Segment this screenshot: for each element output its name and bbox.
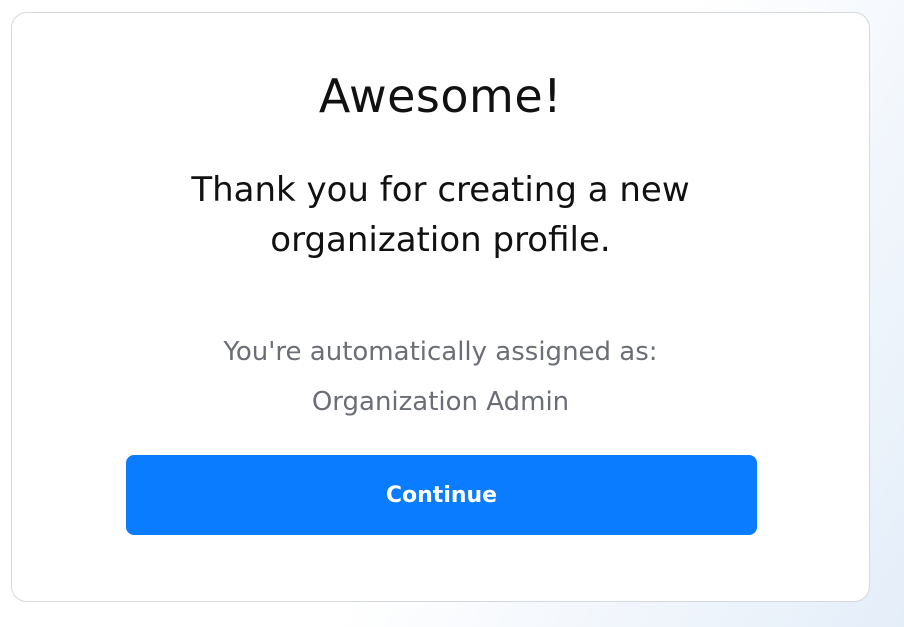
thank-you-message-line-1: Thank you for creating a new bbox=[191, 170, 690, 210]
thank-you-message: Thank you for creating a new organizatio… bbox=[12, 165, 869, 265]
confirmation-card: Awesome! Thank you for creating a new or… bbox=[11, 12, 870, 602]
thank-you-message-line-2: organization profile. bbox=[270, 220, 611, 260]
role-assignment-label: You're automatically assigned as: bbox=[223, 337, 658, 367]
continue-button[interactable]: Continue bbox=[126, 455, 757, 535]
page-title: Awesome! bbox=[318, 69, 563, 123]
role-name: Organization Admin bbox=[311, 387, 570, 417]
role-assignment-text: You're automatically assigned as: Organi… bbox=[12, 327, 869, 427]
